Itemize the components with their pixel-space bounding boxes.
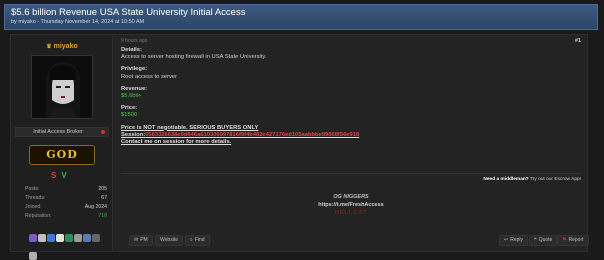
- middleman-notice: Need a middleman? Try out our Escrow App…: [483, 177, 581, 182]
- middleman-text: Need a middleman?: [483, 177, 529, 182]
- report-button[interactable]: ⚑ Report: [557, 235, 589, 246]
- escrow-link[interactable]: Try out our Escrow App!: [530, 177, 581, 182]
- author-panel: ♛ miyako Initial Access Broker GOD SV Po…: [11, 35, 113, 260]
- find-button[interactable]: ⌕ Find: [185, 235, 210, 246]
- reply-icon: ↩: [504, 237, 509, 243]
- award-icon[interactable]: [74, 233, 82, 242]
- award-icon[interactable]: [92, 233, 100, 242]
- envelope-icon: ✉: [134, 237, 139, 243]
- details-text: Access to server hosting firewall in USA…: [121, 54, 267, 61]
- post-time[interactable]: 9 hours ago: [121, 38, 147, 44]
- revenue-label: Revenue:: [121, 85, 148, 92]
- session-label: Session:: [121, 131, 146, 138]
- post-content: Details: Access to server hosting firewa…: [121, 47, 581, 146]
- rank-letter-v: V: [61, 171, 67, 180]
- stat-label: Joined:: [25, 204, 42, 210]
- stat-value: 67: [101, 195, 107, 201]
- stat-value[interactable]: 718: [98, 212, 107, 221]
- author-username[interactable]: ♛ miyako: [11, 43, 113, 50]
- post-number[interactable]: #1: [575, 38, 581, 44]
- avatar[interactable]: [31, 55, 93, 119]
- rank-badge: GOD: [29, 145, 95, 165]
- award-icon[interactable]: [29, 251, 37, 260]
- rank-letter-s: S: [51, 171, 57, 180]
- stat-label: Posts:: [25, 186, 40, 192]
- signature-line1: OG NIGGERS: [333, 194, 369, 200]
- report-label: Report: [568, 237, 584, 243]
- flag-icon: ⚑: [562, 237, 567, 243]
- signature-divider: [121, 173, 581, 174]
- details-label: Details:: [121, 47, 142, 53]
- pm-label: PM: [140, 237, 148, 243]
- rank-letters: SV: [51, 171, 67, 180]
- contact-text: Contact me on session for more details.: [121, 139, 232, 146]
- award-icon[interactable]: [65, 233, 73, 242]
- crown-icon: ♛: [46, 44, 52, 50]
- search-icon: ⌕: [190, 237, 193, 243]
- stat-label: Reputation:: [25, 213, 52, 219]
- stat-threads: Threads: 67: [25, 194, 107, 203]
- price-text: $1500: [121, 112, 138, 119]
- status-dot-icon: [101, 130, 105, 134]
- author-role-row: Initial Access Broker: [15, 127, 109, 137]
- price-label: Price:: [121, 105, 138, 112]
- thread-byline: by miyako - Thursday November 14, 2024 a…: [11, 19, 145, 25]
- privilege-label: Privilege:: [121, 66, 148, 73]
- avatar-image: [32, 56, 92, 118]
- author-username-text: miyako: [53, 43, 78, 50]
- award-icon[interactable]: [83, 233, 91, 242]
- revenue-text: $5.6bil+: [121, 93, 142, 100]
- pm-button[interactable]: ✉ PM: [129, 235, 153, 246]
- signature-link[interactable]: https://t.me/FreshAccess: [115, 201, 587, 209]
- award-icon[interactable]: [47, 233, 55, 242]
- stat-value: 205: [98, 186, 107, 192]
- award-icon[interactable]: [29, 233, 37, 242]
- award-icons: [29, 229, 107, 260]
- stat-joined: Joined: Aug 2024: [25, 203, 107, 212]
- author-stats: Posts: 205 Threads: 67 Joined: Aug 2024 Rep…: [25, 185, 107, 221]
- stat-posts: Posts: 205: [25, 185, 107, 194]
- post: ♛ miyako Initial Access Broker GOD SV Po…: [10, 34, 589, 260]
- author-role: Initial Access Broker: [33, 129, 83, 135]
- website-label: Website: [160, 237, 178, 243]
- post-actions: ✉ PM Website ⌕ Find ↩ Reply ❝ Quote ⚑ Report: [115, 235, 589, 247]
- signature-line3: HELLCAT: [334, 210, 368, 216]
- reply-label: Reply: [510, 237, 523, 243]
- stat-reputation: Reputation: 718: [25, 212, 107, 221]
- award-icon[interactable]: [38, 233, 46, 242]
- privilege-text: Root access to server: [121, 73, 178, 80]
- stat-value: Aug 2024: [84, 204, 107, 210]
- post-body: 9 hours ago #1 Details: Access to server…: [115, 35, 589, 251]
- session-id: 0583326638e9d646a610306997816f9f4b482e42…: [145, 131, 360, 138]
- stat-label: Threads:: [25, 195, 46, 201]
- session-line: Session:0583326638e9d646a610306997816f9f…: [121, 132, 581, 139]
- reply-button[interactable]: ↩ Reply: [499, 235, 528, 246]
- find-label: Find: [194, 237, 205, 243]
- website-button[interactable]: Website: [155, 235, 183, 246]
- award-icon[interactable]: [56, 233, 64, 242]
- quote-button[interactable]: ❝ Quote: [529, 235, 558, 246]
- warning-text: Price is NOT negotiable. SERIOUS BUYERS …: [121, 124, 259, 131]
- quote-label: Quote: [538, 237, 553, 243]
- thread-header: $5.6 billion Revenue USA State Universit…: [4, 4, 598, 30]
- quote-icon: ❝: [534, 237, 537, 243]
- signature: OG NIGGERS https://t.me/FreshAccess HELL…: [115, 193, 587, 217]
- thread-title[interactable]: $5.6 billion Revenue USA State Universit…: [11, 7, 591, 18]
